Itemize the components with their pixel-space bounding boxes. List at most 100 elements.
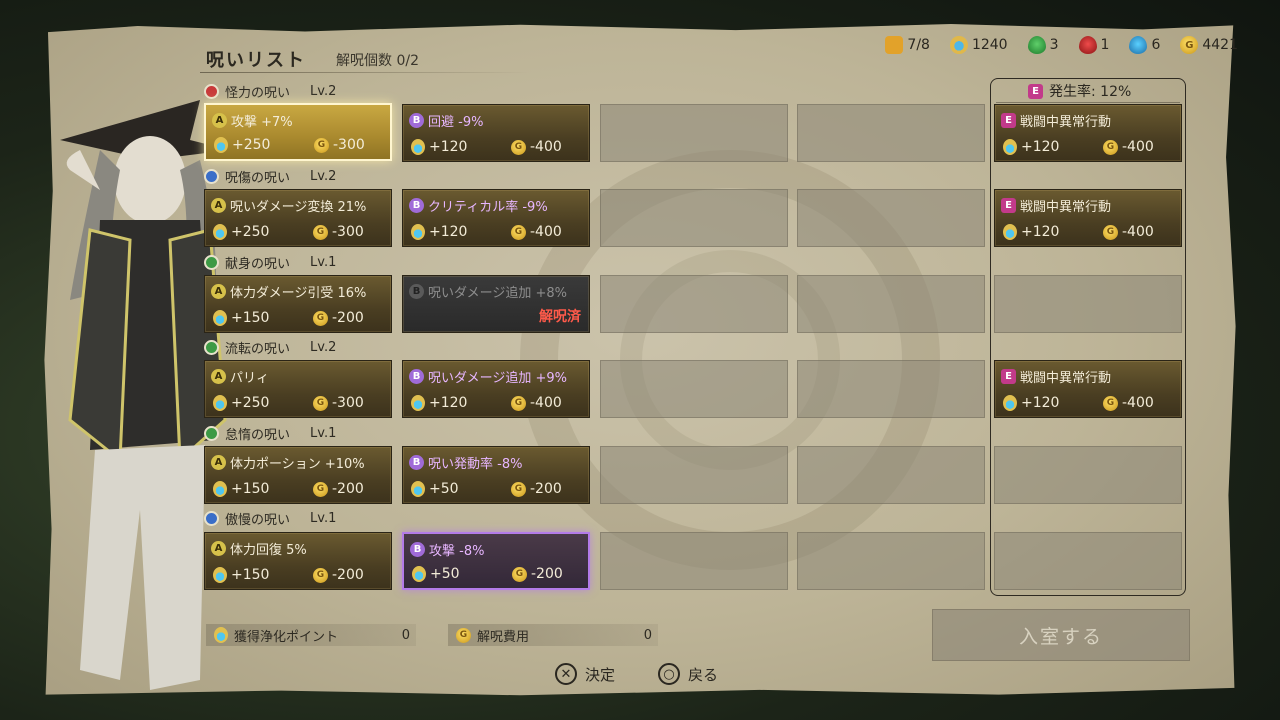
spirit-point-icon — [214, 137, 228, 153]
curse-header: 献身の呪い Lv.1 — [204, 253, 337, 272]
curse-green-icon — [204, 425, 219, 441]
card-cost: -200 — [332, 481, 364, 497]
purify-count: 解呪個数 0/2 — [336, 53, 419, 69]
card-label: 回避 -9% — [428, 115, 484, 130]
curse-green-icon — [204, 339, 219, 355]
page-title: 呪いリスト — [206, 50, 306, 71]
spirit-point-icon — [411, 481, 425, 497]
curse-header: 怠惰の呪い Lv.1 — [204, 424, 337, 443]
card-points: +50 — [429, 481, 459, 497]
curse-header: 流転の呪い Lv.2 — [204, 338, 336, 357]
spirit-point-icon — [214, 627, 228, 643]
resource-blue: 6 — [1129, 36, 1160, 54]
curse-card-a[interactable]: A パリィ +250 G -300 — [204, 360, 392, 418]
resource-value: 4421 — [1202, 37, 1238, 53]
curse-card-e[interactable]: E 戦闘中異常行動 +120 G -400 — [994, 360, 1182, 418]
occurrence-rate: 発生率: 12% — [1049, 84, 1132, 100]
empty-slot — [600, 275, 788, 333]
e-badge-icon: E — [1001, 198, 1016, 213]
back-hint[interactable]: ○ 戻る — [658, 662, 718, 686]
spirit-point-icon — [213, 224, 227, 240]
curse-card-b[interactable]: B 回避 -9% +120 G -400 — [402, 104, 590, 162]
gold-coin-icon: G — [511, 481, 526, 497]
empty-slot — [797, 532, 985, 590]
earned-points-label: 獲得浄化ポイント — [234, 629, 339, 645]
curse-card-a[interactable]: A 体力ダメージ引受 16% +150 G -200 — [204, 275, 392, 333]
card-points: +150 — [231, 567, 270, 583]
curse-card-b-removed[interactable]: B 呪いダメージ追加 +8% 解呪済 — [402, 275, 590, 333]
card-points: +120 — [429, 139, 468, 155]
a-badge-icon: A — [211, 541, 226, 556]
purify-cost-summary: G 解呪費用 0 — [448, 624, 658, 646]
resource-value: 7/8 — [907, 37, 930, 53]
resource-spirit: 1240 — [949, 36, 1008, 54]
card-cost: -400 — [530, 395, 562, 411]
card-label: 呪いダメージ追加 +8% — [428, 286, 567, 301]
curse-card-e[interactable]: E 戦闘中異常行動 +120 G -400 — [994, 189, 1182, 247]
purify-cost-label: 解呪費用 — [477, 629, 530, 645]
gold-coin-icon: G — [314, 137, 329, 153]
curse-card-b[interactable]: B クリティカル率 -9% +120 G -400 — [402, 189, 590, 247]
gold-coin-icon: G — [313, 310, 328, 326]
curse-card-b[interactable]: B 呪い発動率 -8% +50 G -200 — [402, 446, 590, 504]
card-label: 攻撃 +7% — [231, 115, 293, 130]
b-badge-icon: B — [409, 284, 424, 299]
empty-slot — [797, 104, 985, 162]
empty-slot — [797, 446, 985, 504]
curse-card-b-focused[interactable]: B 攻撃 -8% +50 G -200 — [402, 532, 590, 590]
gold-coin-icon: G — [313, 567, 328, 583]
card-label: パリィ — [230, 371, 270, 386]
resource-bar: 7/8 1240 3 1 6 4421 — [885, 34, 1238, 56]
empty-slot — [994, 532, 1182, 590]
curse-card-b[interactable]: B 呪いダメージ追加 +9% +120 G -400 — [402, 360, 590, 418]
earned-points-summary: 獲得浄化ポイント 0 — [206, 624, 416, 646]
gold-coin-icon: G — [1103, 395, 1118, 411]
resource-red: 1 — [1078, 36, 1109, 54]
curse-card-a[interactable]: A 呪いダメージ変換 21% +250 G -300 — [204, 189, 392, 247]
resource-value: 6 — [1151, 37, 1161, 53]
a-badge-icon: A — [211, 198, 226, 213]
card-cost: -300 — [333, 137, 365, 153]
curse-card-a[interactable]: A 体力回復 5% +150 G -200 — [204, 532, 392, 590]
spirit-point-icon — [412, 566, 426, 582]
a-badge-icon: A — [212, 113, 227, 128]
spirit-point-icon — [411, 139, 425, 155]
b-badge-icon: B — [410, 542, 425, 557]
empty-slot — [600, 189, 788, 247]
card-points: +250 — [231, 395, 270, 411]
curse-name: 怪力の呪い — [225, 85, 291, 101]
confirm-hint[interactable]: ✕ 決定 — [555, 662, 615, 686]
curse-level: Lv.1 — [310, 510, 337, 526]
curse-card-a[interactable]: A 体力ポーション +10% +150 G -200 — [204, 446, 392, 504]
purify-cost-value: 0 — [643, 627, 652, 643]
enter-room-button[interactable]: 入室する — [932, 609, 1190, 661]
curse-level: Lv.1 — [310, 254, 337, 270]
empty-slot — [994, 275, 1182, 333]
green-drop-icon — [1027, 36, 1046, 54]
card-cost: -200 — [530, 481, 562, 497]
curse-level: Lv.1 — [310, 425, 337, 441]
card-cost: -400 — [530, 139, 562, 155]
empty-slot — [797, 275, 985, 333]
card-label: 戦闘中異常行動 — [1020, 200, 1112, 215]
card-cost: -400 — [530, 224, 562, 240]
curse-name: 傲慢の呪い — [225, 512, 291, 528]
earned-points-value: 0 — [401, 627, 410, 643]
cross-button-icon: ✕ — [555, 663, 577, 685]
curse-card-a[interactable]: A 攻撃 +7% +250 G -300 — [204, 103, 392, 161]
gold-coin-icon: G — [456, 627, 471, 643]
curse-name: 怠惰の呪い — [225, 427, 291, 443]
gold-coin-icon: G — [313, 395, 328, 411]
title-divider — [200, 72, 530, 73]
curse-card-e[interactable]: E 戦闘中異常行動 +120 G -400 — [994, 104, 1182, 162]
b-badge-icon: B — [409, 455, 424, 470]
resource-value: 3 — [1049, 37, 1059, 53]
curse-header: 呪傷の呪い Lv.2 — [204, 167, 336, 186]
confirm-label: 決定 — [585, 665, 616, 684]
red-drop-icon — [1078, 36, 1097, 54]
spirit-point-icon — [213, 310, 227, 326]
card-points: +120 — [1021, 139, 1060, 155]
b-badge-icon: B — [409, 198, 424, 213]
card-cost: -200 — [332, 310, 364, 326]
empty-slot — [600, 104, 788, 162]
